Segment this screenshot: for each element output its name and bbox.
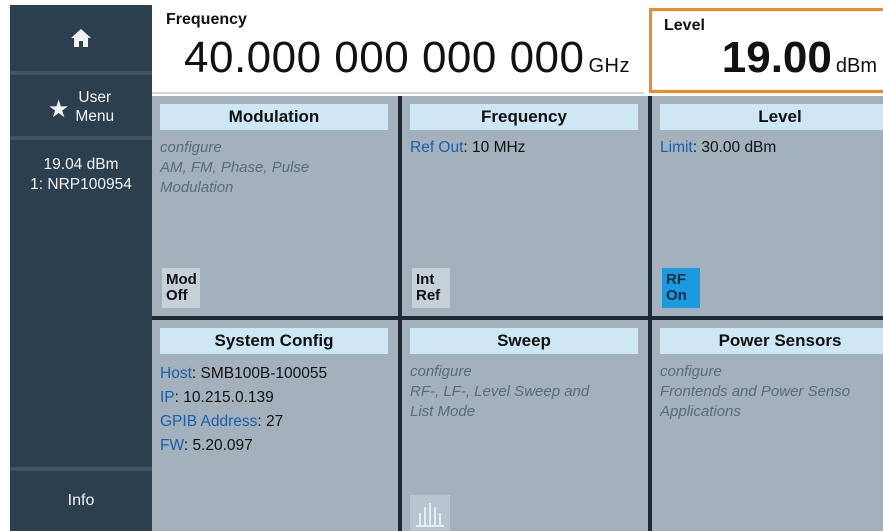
- frequency-header-field[interactable]: Frequency 40.000 000 000 000 GHz: [152, 5, 644, 94]
- gpib-row: GPIB Address: 27: [160, 410, 394, 434]
- sidebar-divider: [10, 71, 152, 75]
- sweep-icon[interactable]: [410, 495, 450, 531]
- user-menu-label: User Menu: [75, 88, 114, 126]
- limit-row: Limit: 30.00 dBm: [660, 138, 879, 158]
- ref-out-value: : 10 MHz: [463, 139, 526, 156]
- power-sensors-tile[interactable]: Power Sensors configure Frontends and Po…: [652, 320, 883, 531]
- modulation-desc-line2: AM, FM, Phase, Pulse: [160, 159, 310, 176]
- rf-on-line2: On: [666, 287, 687, 304]
- host-row: Host: SMB100B-100055: [160, 362, 394, 386]
- home-icon: [71, 29, 91, 47]
- sweep-bars-icon: [416, 503, 444, 527]
- ip-row: IP: 10.215.0.139: [160, 386, 394, 410]
- power-sensors-desc-line1: configure: [660, 363, 722, 380]
- level-header-label: Level: [664, 17, 705, 34]
- user-menu-line2: Menu: [75, 108, 115, 125]
- level-tile-body: Limit: 30.00 dBm: [660, 138, 879, 158]
- ip-value: : 10.215.0.139: [174, 389, 274, 406]
- rf-on-line1: RF: [666, 271, 686, 288]
- gpib-value: : 27: [257, 413, 284, 430]
- fw-key: FW: [160, 437, 184, 454]
- fw-value: : 5.20.097: [183, 437, 253, 454]
- modulation-desc-line3: Modulation: [160, 179, 234, 196]
- sweep-tile-title: Sweep: [410, 328, 638, 354]
- power-sensors-tile-body: configure Frontends and Power Senso Appl…: [660, 362, 879, 422]
- frequency-header-value: 40.000 000 000 000: [184, 33, 585, 82]
- gpib-key: GPIB Address: [160, 413, 258, 430]
- limit-key: Limit: [660, 139, 693, 156]
- power-sensors-tile-title: Power Sensors: [660, 328, 883, 354]
- mod-button-line1: Mod: [166, 271, 197, 288]
- level-header-field[interactable]: Level 19.00 dBm: [649, 8, 883, 93]
- user-menu-line1: User: [78, 89, 112, 106]
- modulation-tile[interactable]: Modulation configure AM, FM, Phase, Puls…: [152, 96, 398, 316]
- ip-key: IP: [160, 389, 175, 406]
- home-button[interactable]: [10, 5, 152, 71]
- level-tile[interactable]: Level Limit: 30.00 dBm RF On: [652, 96, 883, 316]
- host-value: : SMB100B-100055: [191, 365, 328, 382]
- level-tile-title: Level: [660, 104, 883, 130]
- mod-button-line2: Off: [166, 287, 188, 304]
- modulation-desc-line1: configure: [160, 139, 222, 156]
- sweep-desc-line3: List Mode: [410, 403, 476, 420]
- rf-on-button[interactable]: RF On: [662, 268, 700, 308]
- frequency-header-label: Frequency: [166, 11, 247, 28]
- star-icon: ★: [47, 95, 70, 123]
- level-header-value: 19.00: [721, 33, 832, 82]
- int-ref-line2: Ref: [416, 287, 441, 304]
- power-sensor-readout[interactable]: 19.04 dBm 1: NRP100954: [10, 141, 152, 209]
- level-header-unit: dBm: [835, 55, 877, 77]
- user-menu-button[interactable]: ★ User Menu: [10, 78, 152, 136]
- power-sensors-desc-line3: Applications: [660, 403, 741, 420]
- sensor-name: 1: NRP100954: [30, 176, 132, 193]
- frequency-tile-body: Ref Out: 10 MHz: [410, 138, 644, 158]
- frequency-tile-title: Frequency: [410, 104, 638, 130]
- host-key: Host: [160, 365, 192, 382]
- modulation-tile-body: configure AM, FM, Phase, Pulse Modulatio…: [160, 138, 394, 198]
- mod-off-button[interactable]: Mod Off: [162, 268, 200, 308]
- int-ref-line1: Int: [416, 271, 435, 288]
- sidebar-divider: [10, 136, 152, 140]
- frequency-tile[interactable]: Frequency Ref Out: 10 MHz Int Ref: [402, 96, 648, 316]
- limit-value: : 30.00 dBm: [692, 139, 777, 156]
- frequency-header-value-group: 40.000 000 000 000 GHz: [184, 33, 630, 83]
- sweep-tile[interactable]: Sweep configure RF-, LF-, Level Sweep an…: [402, 320, 648, 531]
- sweep-desc-line1: configure: [410, 363, 472, 380]
- system-config-tile[interactable]: System Config Host: SMB100B-100055 IP: 1…: [152, 320, 398, 531]
- sweep-tile-body: configure RF-, LF-, Level Sweep and List…: [410, 362, 644, 422]
- system-config-tile-title: System Config: [160, 328, 388, 354]
- sweep-desc-line2: RF-, LF-, Level Sweep and: [410, 383, 590, 400]
- block-diagram-grid: Modulation configure AM, FM, Phase, Puls…: [152, 96, 883, 531]
- int-ref-button[interactable]: Int Ref: [412, 268, 450, 308]
- fw-row: FW: 5.20.097: [160, 434, 394, 458]
- system-config-tile-body: Host: SMB100B-100055 IP: 10.215.0.139 GP…: [160, 362, 394, 458]
- power-sensors-desc-line2: Frontends and Power Senso: [660, 383, 851, 400]
- level-header-value-group: 19.00 dBm: [722, 33, 877, 83]
- info-label: Info: [67, 492, 95, 509]
- sensor-power-value: 19.04 dBm: [43, 156, 119, 173]
- frequency-header-unit: GHz: [588, 55, 630, 77]
- ref-out-row: Ref Out: 10 MHz: [410, 138, 644, 158]
- ref-out-key: Ref Out: [410, 139, 464, 156]
- modulation-tile-title: Modulation: [160, 104, 388, 130]
- info-button[interactable]: Info: [10, 471, 152, 531]
- sidebar: ★ User Menu 19.04 dBm 1: NRP100954 Info: [10, 5, 152, 531]
